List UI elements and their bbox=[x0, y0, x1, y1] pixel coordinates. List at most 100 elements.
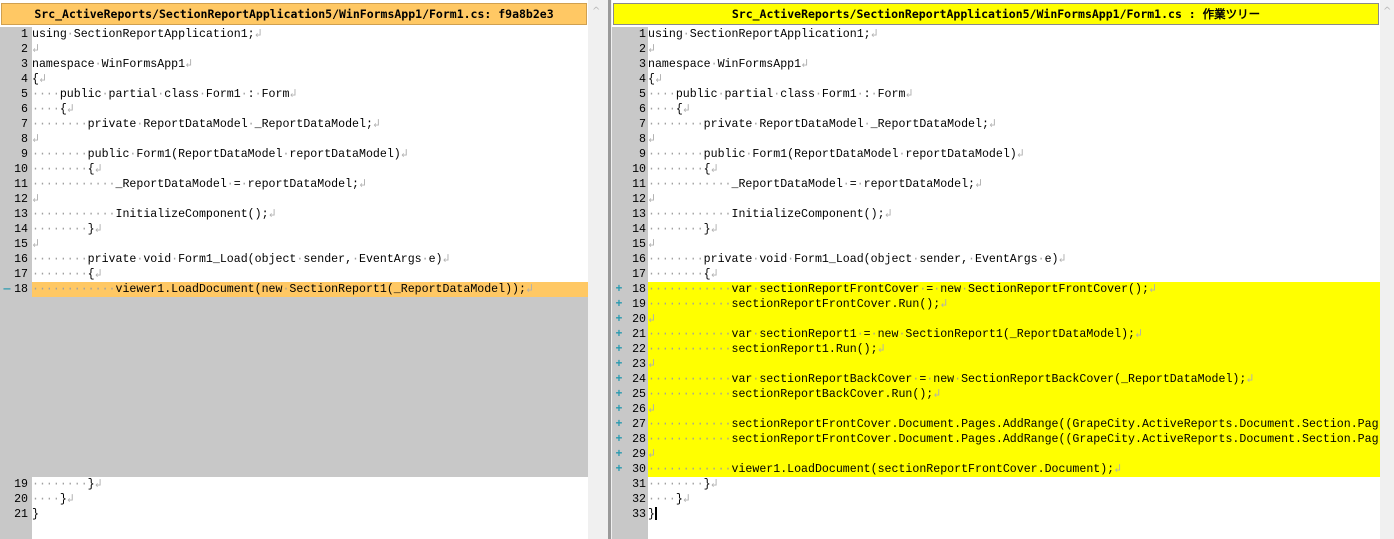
code-line[interactable]: +20 ↲ bbox=[612, 312, 1380, 327]
code-line[interactable] bbox=[0, 387, 588, 402]
code-area[interactable] bbox=[32, 297, 588, 312]
scroll-up-icon[interactable]: ^ bbox=[1383, 6, 1391, 17]
code-line[interactable]: 7 private ReportDataModel _ReportDataMod… bbox=[612, 117, 1380, 132]
code-line[interactable]: 16 private void Form1_Load(object sender… bbox=[0, 252, 588, 267]
code-area[interactable]: public Form1(ReportDataModel reportDataM… bbox=[648, 147, 1380, 162]
code-text[interactable]: { bbox=[32, 163, 95, 176]
code-area[interactable] bbox=[32, 447, 588, 462]
code-area[interactable]: ↲ bbox=[648, 132, 1380, 147]
code-text[interactable]: public Form1(ReportDataModel reportDataM… bbox=[648, 148, 1017, 161]
code-text[interactable]: var sectionReport1 = new SectionReport1(… bbox=[648, 328, 1135, 341]
code-text[interactable]: sectionReportFrontCover.Document.Pages.A… bbox=[648, 433, 1378, 446]
code-line[interactable]: 15 ↲ bbox=[0, 237, 588, 252]
code-line[interactable]: +29 ↲ bbox=[612, 447, 1380, 462]
code-area[interactable]: var sectionReport1 = new SectionReport1(… bbox=[648, 327, 1380, 342]
code-area[interactable]: namespace WinFormsApp1↲ · bbox=[32, 57, 588, 72]
code-line[interactable]: 12 ↲ bbox=[612, 192, 1380, 207]
code-text[interactable]: { bbox=[648, 73, 655, 86]
code-line[interactable]: 7 private ReportDataModel _ReportDataMod… bbox=[0, 117, 588, 132]
code-line[interactable]: 3 namespace WinFormsApp1↲ · bbox=[612, 57, 1380, 72]
code-area[interactable]: {↲ ········ bbox=[648, 267, 1380, 282]
code-text[interactable]: namespace WinFormsApp1 bbox=[648, 58, 801, 71]
code-line[interactable]: 8 ↲ bbox=[0, 132, 588, 147]
code-text[interactable]: public partial class Form1 : Form bbox=[32, 88, 290, 101]
code-area[interactable]: _ReportDataModel = reportDataModel;↲ ····… bbox=[32, 177, 588, 192]
code-line[interactable]: 14 }↲ ········ bbox=[0, 222, 588, 237]
code-line[interactable]: 5 public partial class Form1 : Form↲ ····… bbox=[612, 87, 1380, 102]
code-line[interactable]: +23 ↲ bbox=[612, 357, 1380, 372]
code-area[interactable] bbox=[32, 372, 588, 387]
code-line[interactable] bbox=[0, 462, 588, 477]
code-area[interactable]: {↲ ···· bbox=[648, 102, 1380, 117]
code-area[interactable]: }↲ ···· bbox=[32, 492, 588, 507]
code-text[interactable]: { bbox=[32, 103, 67, 116]
code-text[interactable]: private void Form1_Load(object sender, E… bbox=[32, 253, 443, 266]
code-line[interactable]: 16 private void Form1_Load(object sender… bbox=[612, 252, 1380, 267]
code-line[interactable]: 33} bbox=[612, 507, 1380, 522]
code-area[interactable]: }↲ ········ bbox=[32, 477, 588, 492]
code-area[interactable]: InitializeComponent();↲ ············ bbox=[32, 207, 588, 222]
code-area[interactable] bbox=[32, 402, 588, 417]
code-line[interactable] bbox=[0, 402, 588, 417]
code-area[interactable]: using SectionReportApplication1;↲ · bbox=[648, 27, 1380, 42]
code-text[interactable]: } bbox=[648, 223, 711, 236]
code-text[interactable]: var sectionReportFrontCover = new Sectio… bbox=[648, 283, 1148, 296]
code-area[interactable]: _ReportDataModel = reportDataModel;↲ ····… bbox=[648, 177, 1380, 192]
code-area[interactable]: private void Form1_Load(object sender, E… bbox=[648, 252, 1380, 267]
code-line[interactable]: 14 }↲ ········ bbox=[612, 222, 1380, 237]
code-area[interactable]: ↲ bbox=[648, 402, 1380, 417]
code-area[interactable]: ↲ bbox=[32, 237, 588, 252]
code-line[interactable]: 1 using SectionReportApplication1;↲ · bbox=[612, 27, 1380, 42]
code-line[interactable]: +24 var sectionReportBackCover = new Sec… bbox=[612, 372, 1380, 387]
code-line[interactable]: 11 _ReportDataModel = reportDataModel;↲ ·… bbox=[0, 177, 588, 192]
code-area[interactable]: sectionReportFrontCover.Run();↲ ·········… bbox=[648, 297, 1380, 312]
code-area[interactable] bbox=[32, 432, 588, 447]
code-line[interactable]: +28 sectionReportFrontCover.Document.Pag… bbox=[612, 432, 1380, 447]
code-line[interactable]: +21 var sectionReport1 = new SectionRepo… bbox=[612, 327, 1380, 342]
code-text[interactable]: } bbox=[648, 478, 711, 491]
code-area[interactable] bbox=[32, 327, 588, 342]
code-text[interactable]: private ReportDataModel _ReportDataModel… bbox=[32, 118, 373, 131]
code-line[interactable]: 10 {↲ ········ bbox=[612, 162, 1380, 177]
code-line[interactable]: 19 }↲ ········ bbox=[0, 477, 588, 492]
code-area[interactable]: private ReportDataModel _ReportDataModel… bbox=[32, 117, 588, 132]
code-line[interactable]: 3 namespace WinFormsApp1↲ · bbox=[0, 57, 588, 72]
code-text[interactable]: sectionReportFrontCover.Run(); bbox=[648, 298, 940, 311]
code-area[interactable] bbox=[32, 357, 588, 372]
code-area[interactable]: }↲ ········ bbox=[32, 222, 588, 237]
code-text[interactable]: viewer1.LoadDocument(new SectionReport1(… bbox=[32, 283, 526, 296]
code-area[interactable]: ↲ bbox=[32, 132, 588, 147]
code-line[interactable]: 32 }↲ ···· bbox=[612, 492, 1380, 507]
code-line[interactable] bbox=[0, 297, 588, 312]
code-line[interactable]: 1 using SectionReportApplication1;↲ · bbox=[0, 27, 588, 42]
code-line[interactable]: +26 ↲ bbox=[612, 402, 1380, 417]
code-area[interactable]: ↲ bbox=[648, 447, 1380, 462]
code-text[interactable]: sectionReportBackCover.Run(); bbox=[648, 388, 933, 401]
code-area[interactable]: sectionReportBackCover.Run();↲ ··········… bbox=[648, 387, 1380, 402]
code-line[interactable]: 31 }↲ ········ bbox=[612, 477, 1380, 492]
code-text[interactable]: } bbox=[32, 223, 95, 236]
code-area[interactable]: InitializeComponent();↲ ············ bbox=[648, 207, 1380, 222]
code-text[interactable]: _ReportDataModel = reportDataModel; bbox=[32, 178, 359, 191]
code-area[interactable]: var sectionReportFrontCover = new Sectio… bbox=[648, 282, 1380, 297]
code-area[interactable]: {↲ bbox=[648, 72, 1380, 87]
code-line[interactable]: +30 viewer1.LoadDocument(sectionReportFr… bbox=[612, 462, 1380, 477]
code-line[interactable]: 6 {↲ ···· bbox=[612, 102, 1380, 117]
code-line[interactable]: 17 {↲ ········ bbox=[0, 267, 588, 282]
code-text[interactable]: } bbox=[32, 493, 67, 506]
left-code-lines[interactable]: 1 using SectionReportApplication1;↲ · 2 ↲ 3… bbox=[0, 27, 588, 522]
code-text[interactable]: private void Form1_Load(object sender, E… bbox=[648, 253, 1059, 266]
code-area[interactable]: {↲ ···· bbox=[32, 102, 588, 117]
code-line[interactable]: 13 InitializeComponent();↲ ············ bbox=[612, 207, 1380, 222]
code-area[interactable]: public partial class Form1 : Form↲ ···· ·… bbox=[32, 87, 588, 102]
code-area[interactable]: {↲ ········ bbox=[32, 162, 588, 177]
code-line[interactable]: +22 sectionReport1.Run();↲ ············ bbox=[612, 342, 1380, 357]
left-scrollbar[interactable]: ^ bbox=[589, 0, 605, 539]
code-text[interactable]: using SectionReportApplication1; bbox=[32, 28, 255, 41]
pane-splitter[interactable] bbox=[608, 0, 611, 539]
code-text[interactable]: { bbox=[648, 163, 711, 176]
code-area[interactable]: var sectionReportBackCover = new Section… bbox=[648, 372, 1380, 387]
code-line[interactable]: 15 ↲ bbox=[612, 237, 1380, 252]
right-scrollbar[interactable]: ^ bbox=[1380, 0, 1394, 539]
code-text[interactable]: public Form1(ReportDataModel reportDataM… bbox=[32, 148, 401, 161]
